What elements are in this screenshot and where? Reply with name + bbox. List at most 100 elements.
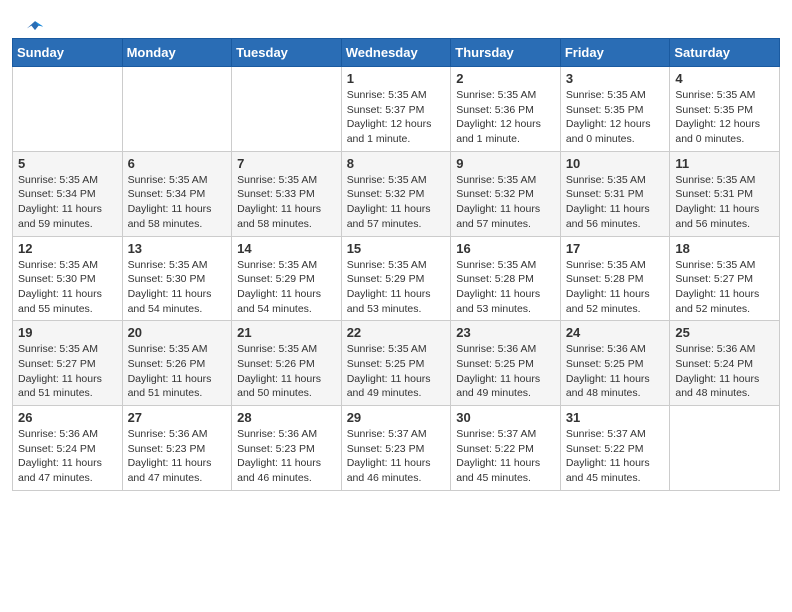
day-of-week-header: Sunday [13, 39, 123, 67]
day-info: Sunrise: 5:35 AMSunset: 5:29 PMDaylight:… [347, 258, 446, 317]
day-number: 4 [675, 71, 774, 86]
table-row: 12 Sunrise: 5:35 AMSunset: 5:30 PMDayligh… [13, 236, 123, 321]
day-number: 11 [675, 156, 774, 171]
day-number: 7 [237, 156, 336, 171]
table-row: 3 Sunrise: 5:35 AMSunset: 5:35 PMDaylight… [560, 67, 670, 152]
calendar-body: 1 Sunrise: 5:35 AMSunset: 5:37 PMDaylight… [13, 67, 780, 491]
day-info: Sunrise: 5:37 AMSunset: 5:22 PMDaylight:… [456, 427, 555, 486]
day-number: 16 [456, 241, 555, 256]
table-row: 25 Sunrise: 5:36 AMSunset: 5:24 PMDayligh… [670, 321, 780, 406]
day-info: Sunrise: 5:35 AMSunset: 5:35 PMDaylight:… [566, 88, 665, 147]
table-row: 16 Sunrise: 5:35 AMSunset: 5:28 PMDayligh… [451, 236, 561, 321]
calendar-week-row: 26Sunrise: 5:36 AMSunset: 5:24 PMDayligh… [13, 406, 780, 491]
day-number: 3 [566, 71, 665, 86]
day-number: 9 [456, 156, 555, 171]
day-number: 31 [566, 410, 665, 425]
day-info: Sunrise: 5:35 AMSunset: 5:34 PMDaylight:… [18, 173, 117, 232]
day-number: 13 [128, 241, 227, 256]
table-row: 28 Sunrise: 5:36 AMSunset: 5:23 PMDayligh… [232, 406, 342, 491]
table-row [232, 67, 342, 152]
day-info: Sunrise: 5:35 AMSunset: 5:33 PMDaylight:… [237, 173, 336, 232]
days-of-week-row: SundayMondayTuesdayWednesdayThursdayFrid… [13, 39, 780, 67]
day-number: 22 [347, 325, 446, 340]
table-row: 7 Sunrise: 5:35 AMSunset: 5:33 PMDaylight… [232, 151, 342, 236]
day-info: Sunrise: 5:36 AMSunset: 5:25 PMDaylight:… [456, 342, 555, 401]
day-info: Sunrise: 5:35 AMSunset: 5:26 PMDaylight:… [237, 342, 336, 401]
logo [24, 18, 44, 32]
calendar-week-row: 19Sunrise: 5:35 AMSunset: 5:27 PMDayligh… [13, 321, 780, 406]
table-row: 31 Sunrise: 5:37 AMSunset: 5:22 PMDayligh… [560, 406, 670, 491]
day-number: 18 [675, 241, 774, 256]
table-row: 6 Sunrise: 5:35 AMSunset: 5:34 PMDaylight… [122, 151, 232, 236]
table-row: 10 Sunrise: 5:35 AMSunset: 5:31 PMDayligh… [560, 151, 670, 236]
day-of-week-header: Wednesday [341, 39, 451, 67]
day-info: Sunrise: 5:35 AMSunset: 5:36 PMDaylight:… [456, 88, 555, 147]
table-row: 27 Sunrise: 5:36 AMSunset: 5:23 PMDayligh… [122, 406, 232, 491]
day-info: Sunrise: 5:35 AMSunset: 5:34 PMDaylight:… [128, 173, 227, 232]
table-row: 19Sunrise: 5:35 AMSunset: 5:27 PMDayligh… [13, 321, 123, 406]
day-info: Sunrise: 5:35 AMSunset: 5:28 PMDaylight:… [566, 258, 665, 317]
table-row: 14 Sunrise: 5:35 AMSunset: 5:29 PMDayligh… [232, 236, 342, 321]
table-row [670, 406, 780, 491]
table-row: 2 Sunrise: 5:35 AMSunset: 5:36 PMDaylight… [451, 67, 561, 152]
day-info: Sunrise: 5:36 AMSunset: 5:23 PMDaylight:… [237, 427, 336, 486]
day-info: Sunrise: 5:35 AMSunset: 5:30 PMDaylight:… [18, 258, 117, 317]
day-info: Sunrise: 5:36 AMSunset: 5:25 PMDaylight:… [566, 342, 665, 401]
table-row: 23 Sunrise: 5:36 AMSunset: 5:25 PMDayligh… [451, 321, 561, 406]
table-row: 18 Sunrise: 5:35 AMSunset: 5:27 PMDayligh… [670, 236, 780, 321]
day-info: Sunrise: 5:37 AMSunset: 5:22 PMDaylight:… [566, 427, 665, 486]
day-info: Sunrise: 5:36 AMSunset: 5:23 PMDaylight:… [128, 427, 227, 486]
day-number: 21 [237, 325, 336, 340]
table-row: 1 Sunrise: 5:35 AMSunset: 5:37 PMDaylight… [341, 67, 451, 152]
table-row: 17 Sunrise: 5:35 AMSunset: 5:28 PMDayligh… [560, 236, 670, 321]
day-info: Sunrise: 5:35 AMSunset: 5:31 PMDaylight:… [566, 173, 665, 232]
calendar-table: SundayMondayTuesdayWednesdayThursdayFrid… [12, 38, 780, 491]
day-number: 5 [18, 156, 117, 171]
day-info: Sunrise: 5:35 AMSunset: 5:37 PMDaylight:… [347, 88, 446, 147]
table-row: 26Sunrise: 5:36 AMSunset: 5:24 PMDayligh… [13, 406, 123, 491]
day-info: Sunrise: 5:35 AMSunset: 5:31 PMDaylight:… [675, 173, 774, 232]
calendar-week-row: 12 Sunrise: 5:35 AMSunset: 5:30 PMDayligh… [13, 236, 780, 321]
day-info: Sunrise: 5:35 AMSunset: 5:25 PMDaylight:… [347, 342, 446, 401]
day-number: 1 [347, 71, 446, 86]
day-of-week-header: Monday [122, 39, 232, 67]
table-row: 30 Sunrise: 5:37 AMSunset: 5:22 PMDayligh… [451, 406, 561, 491]
day-number: 29 [347, 410, 446, 425]
day-of-week-header: Tuesday [232, 39, 342, 67]
day-number: 15 [347, 241, 446, 256]
day-info: Sunrise: 5:36 AMSunset: 5:24 PMDaylight:… [675, 342, 774, 401]
day-number: 24 [566, 325, 665, 340]
table-row: 9 Sunrise: 5:35 AMSunset: 5:32 PMDaylight… [451, 151, 561, 236]
day-info: Sunrise: 5:35 AMSunset: 5:27 PMDaylight:… [675, 258, 774, 317]
day-number: 27 [128, 410, 227, 425]
day-number: 10 [566, 156, 665, 171]
day-info: Sunrise: 5:35 AMSunset: 5:32 PMDaylight:… [456, 173, 555, 232]
day-number: 23 [456, 325, 555, 340]
logo-bird-icon [26, 18, 44, 36]
table-row: 15 Sunrise: 5:35 AMSunset: 5:29 PMDayligh… [341, 236, 451, 321]
day-info: Sunrise: 5:35 AMSunset: 5:28 PMDaylight:… [456, 258, 555, 317]
table-row: 29 Sunrise: 5:37 AMSunset: 5:23 PMDayligh… [341, 406, 451, 491]
table-row: 5 Sunrise: 5:35 AMSunset: 5:34 PMDaylight… [13, 151, 123, 236]
calendar-week-row: 1 Sunrise: 5:35 AMSunset: 5:37 PMDaylight… [13, 67, 780, 152]
day-number: 6 [128, 156, 227, 171]
day-info: Sunrise: 5:37 AMSunset: 5:23 PMDaylight:… [347, 427, 446, 486]
day-of-week-header: Friday [560, 39, 670, 67]
day-number: 25 [675, 325, 774, 340]
day-info: Sunrise: 5:35 AMSunset: 5:29 PMDaylight:… [237, 258, 336, 317]
day-info: Sunrise: 5:35 AMSunset: 5:35 PMDaylight:… [675, 88, 774, 147]
day-number: 30 [456, 410, 555, 425]
day-number: 14 [237, 241, 336, 256]
day-number: 26 [18, 410, 117, 425]
day-number: 2 [456, 71, 555, 86]
table-row: 11 Sunrise: 5:35 AMSunset: 5:31 PMDayligh… [670, 151, 780, 236]
day-info: Sunrise: 5:35 AMSunset: 5:30 PMDaylight:… [128, 258, 227, 317]
day-of-week-header: Thursday [451, 39, 561, 67]
calendar-week-row: 5 Sunrise: 5:35 AMSunset: 5:34 PMDaylight… [13, 151, 780, 236]
day-number: 28 [237, 410, 336, 425]
day-number: 17 [566, 241, 665, 256]
table-row: 20Sunrise: 5:35 AMSunset: 5:26 PMDayligh… [122, 321, 232, 406]
day-number: 20 [128, 325, 227, 340]
table-row: 8Sunrise: 5:35 AMSunset: 5:32 PMDaylight… [341, 151, 451, 236]
day-number: 12 [18, 241, 117, 256]
